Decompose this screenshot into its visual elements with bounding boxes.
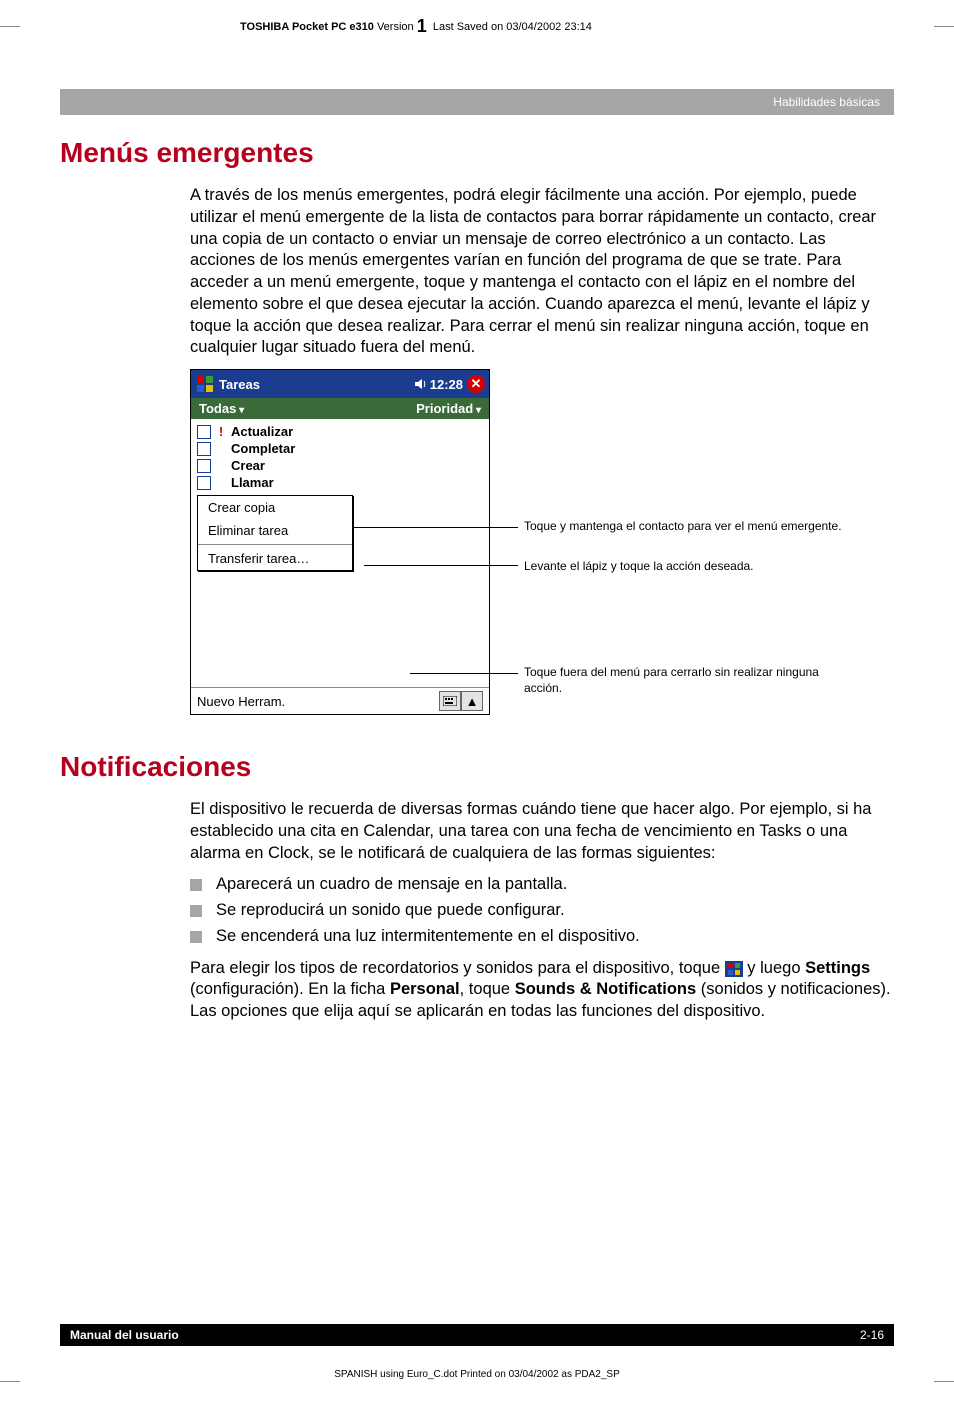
start-icon (725, 961, 743, 977)
device-clock[interactable]: 12:28 (430, 377, 463, 392)
menu-separator (198, 544, 352, 545)
menu-item-copy[interactable]: Crear copia (198, 496, 352, 519)
close-icon[interactable]: ✕ (467, 375, 485, 393)
footer-left: Manual del usuario (70, 1328, 179, 1342)
breadcrumb: Habilidades básicas (60, 89, 894, 115)
version-label: Version (377, 21, 414, 33)
device-screenshot: Tareas 12:28 ✕ Todas Prioridad ! Actuali… (190, 369, 490, 715)
up-arrow-icon[interactable]: ▲ (461, 691, 483, 711)
para2-pre: Para elegir los tipos de recordatorios y… (190, 959, 725, 977)
checkbox-icon[interactable] (197, 459, 211, 473)
task-row[interactable]: ! Actualizar (197, 423, 483, 440)
section-title-notifications: Notificaciones (60, 751, 894, 783)
new-button-label[interactable]: Nuevo (197, 694, 235, 709)
task-label: Actualizar (231, 424, 293, 439)
version-number: 1 (417, 16, 427, 36)
filter-priority[interactable]: Prioridad (416, 401, 481, 416)
page-footer: Manual del usuario 2-16 (60, 1324, 894, 1346)
device-title: Tareas (219, 377, 414, 392)
para2-mid1: y luego (743, 959, 805, 977)
start-icon[interactable] (195, 374, 215, 394)
tools-button-label[interactable]: Herram. (238, 694, 285, 709)
callout-3: Toque fuera del menú para cerrarlo sin r… (524, 665, 854, 696)
para2-mid3: , toque (460, 980, 515, 998)
task-label: Completar (231, 441, 295, 456)
keyboard-icon[interactable] (439, 691, 461, 711)
device-command-bar: Nuevo Herram. ▲ (191, 687, 489, 714)
task-label: Llamar (231, 475, 274, 490)
list-item: Aparecerá un cuadro de mensaje en la pan… (190, 874, 894, 896)
list-item: Se reproducirá un sonido que puede confi… (190, 900, 894, 922)
filter-category[interactable]: Todas (199, 401, 244, 416)
para2-mid2: (configuración). En la ficha (190, 980, 390, 998)
product-name: TOSHIBA Pocket PC e310 (240, 21, 374, 33)
section2-paragraph1: El dispositivo le recuerda de diversas f… (190, 799, 894, 864)
callout-1: Toque y mantenga el contacto para ver el… (524, 519, 854, 535)
para2-sounds: Sounds & Notifications (515, 980, 697, 998)
section1-paragraph: A través de los menús emergentes, podrá … (190, 185, 894, 359)
footer-page: 2-16 (860, 1328, 884, 1342)
priority-icon: ! (217, 424, 225, 439)
print-info: SPANISH using Euro_C.dot Printed on 03/0… (0, 1369, 954, 1380)
saved-info: Last Saved on 03/04/2002 23:14 (433, 21, 592, 33)
notification-list: Aparecerá un cuadro de mensaje en la pan… (190, 874, 894, 947)
task-list: ! Actualizar Completar Crear Llamar (191, 419, 489, 493)
menu-item-delete[interactable]: Eliminar tarea (198, 519, 352, 542)
para2-settings: Settings (805, 959, 870, 977)
task-row[interactable]: Llamar (197, 474, 483, 491)
task-label: Crear (231, 458, 265, 473)
breadcrumb-text: Habilidades básicas (773, 95, 880, 109)
checkbox-icon[interactable] (197, 425, 211, 439)
context-menu: Crear copia Eliminar tarea Transferir ta… (197, 495, 353, 571)
list-item: Se encenderá una luz intermitentemente e… (190, 926, 894, 948)
device-titlebar: Tareas 12:28 ✕ (191, 370, 489, 398)
command-bar-left: Nuevo Herram. (197, 694, 285, 709)
callout-2: Levante el lápiz y toque la acción desea… (524, 559, 854, 575)
running-header: TOSHIBA Pocket PC e310 Version 1 Last Sa… (60, 0, 894, 45)
checkbox-icon[interactable] (197, 476, 211, 490)
task-row[interactable]: Completar (197, 440, 483, 457)
speaker-icon[interactable] (414, 377, 428, 391)
section2-paragraph2: Para elegir los tipos de recordatorios y… (190, 958, 894, 1023)
section-title-menus: Menús emergentes (60, 137, 894, 169)
checkbox-icon[interactable] (197, 442, 211, 456)
task-row[interactable]: Crear (197, 457, 483, 474)
menu-item-transfer[interactable]: Transferir tarea… (198, 547, 352, 570)
device-filter-bar: Todas Prioridad (191, 398, 489, 419)
para2-personal: Personal (390, 980, 460, 998)
